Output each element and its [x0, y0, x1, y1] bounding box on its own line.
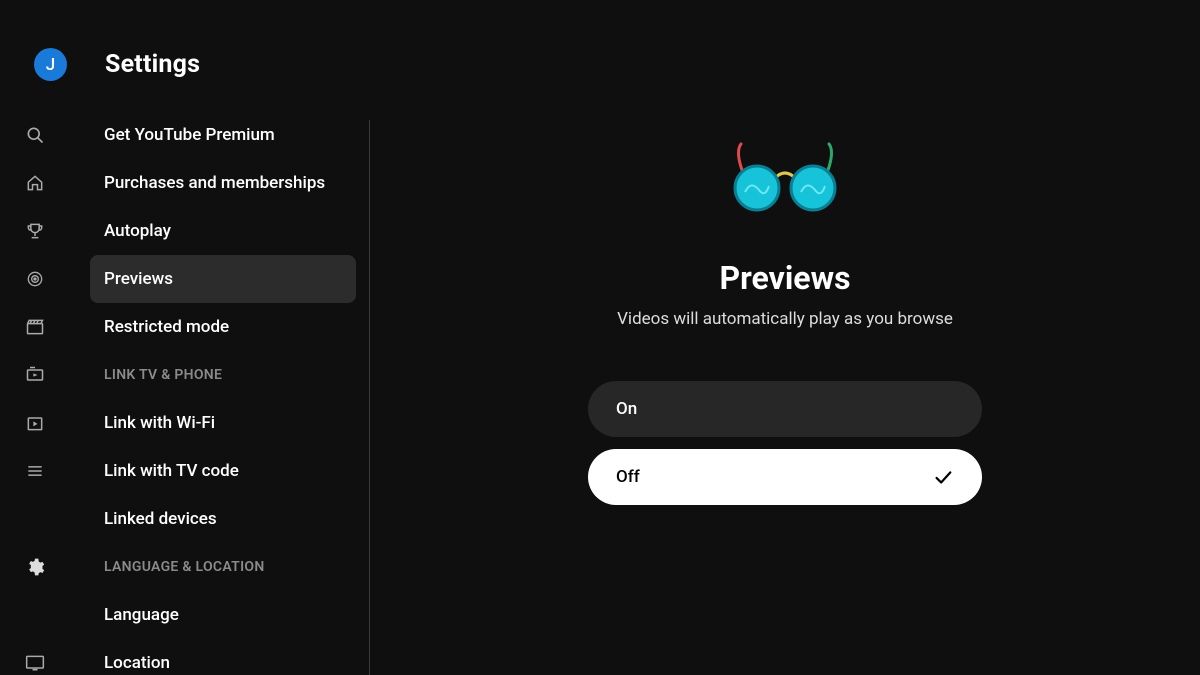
panel-subtitle: Videos will automatically play as you br… — [617, 309, 953, 329]
glasses-illustration — [705, 121, 865, 231]
section-header-link: LINK TV & PHONE — [90, 351, 356, 399]
option-on[interactable]: On — [588, 381, 982, 437]
previews-icon[interactable] — [25, 255, 45, 303]
cast-icon[interactable] — [25, 639, 45, 675]
label: Linked devices — [104, 509, 217, 529]
sidebar-item-location[interactable]: Location — [90, 639, 356, 675]
sidebar-item-linked-devices[interactable]: Linked devices — [90, 495, 356, 543]
label: Previews — [104, 269, 173, 289]
sidebar-item-link-wifi[interactable]: Link with Wi-Fi — [90, 399, 356, 447]
sidebar-item-restricted[interactable]: Restricted mode — [90, 303, 356, 351]
icon-rail — [0, 111, 70, 675]
option-label: Off — [616, 467, 640, 487]
sidebar-item-language[interactable]: Language — [90, 591, 356, 639]
label: Location — [104, 653, 170, 673]
sidebar-item-link-tvcode[interactable]: Link with TV code — [90, 447, 356, 495]
menu-list: Get YouTube Premium Purchases and member… — [90, 111, 370, 675]
sidebar-item-premium[interactable]: Get YouTube Premium — [90, 111, 356, 159]
link-tv-icon[interactable] — [25, 351, 45, 399]
panel-title: Previews — [719, 259, 850, 297]
check-icon — [932, 466, 954, 488]
label: Purchases and memberships — [104, 173, 325, 193]
sidebar-item-previews[interactable]: Previews — [90, 255, 356, 303]
label: Get YouTube Premium — [104, 125, 275, 145]
sidebar: Get YouTube Premium Purchases and member… — [0, 101, 370, 675]
clapperboard-icon[interactable] — [25, 303, 45, 351]
search-icon[interactable] — [25, 111, 45, 159]
option-off[interactable]: Off — [588, 449, 982, 505]
label: Restricted mode — [104, 317, 229, 337]
option-label: On — [616, 399, 637, 419]
gear-icon[interactable] — [25, 543, 45, 591]
sidebar-item-purchases[interactable]: Purchases and memberships — [90, 159, 356, 207]
content-panel: Previews Videos will automatically play … — [370, 101, 1200, 675]
section-header-lang: LANGUAGE & LOCATION — [90, 543, 356, 591]
menu-icon[interactable] — [25, 447, 45, 495]
header: J Settings — [0, 0, 1200, 81]
label: Link with TV code — [104, 461, 239, 481]
page-title: Settings — [105, 50, 200, 79]
avatar[interactable]: J — [34, 48, 67, 81]
avatar-initial: J — [46, 55, 55, 75]
library-icon[interactable] — [25, 399, 45, 447]
label: Autoplay — [104, 221, 171, 241]
trophy-icon[interactable] — [25, 207, 45, 255]
home-icon[interactable] — [25, 159, 45, 207]
label: Link with Wi-Fi — [104, 413, 215, 433]
sidebar-item-autoplay[interactable]: Autoplay — [90, 207, 356, 255]
label: Language — [104, 605, 179, 625]
